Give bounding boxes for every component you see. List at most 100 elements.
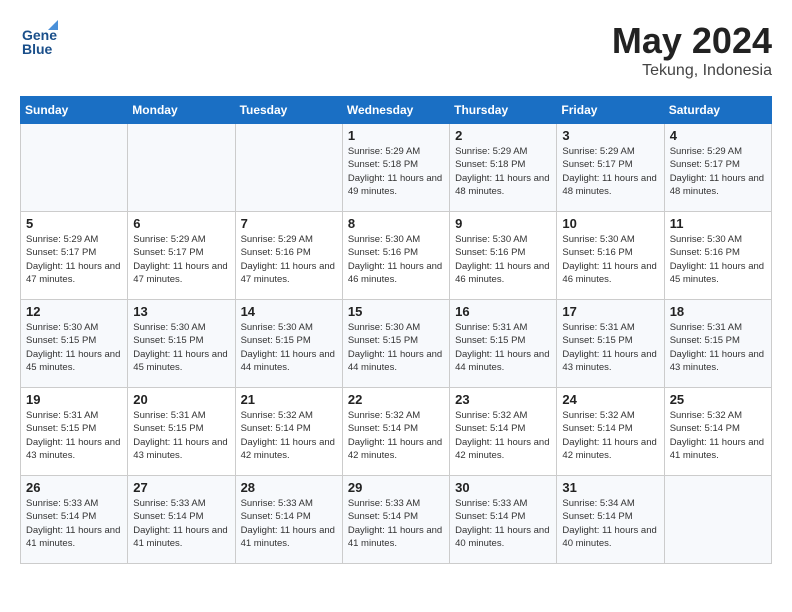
day-number: 1 bbox=[348, 128, 444, 143]
calendar-cell: 14 Sunrise: 5:30 AM Sunset: 5:15 PM Dayli… bbox=[235, 300, 342, 388]
calendar-header-row: SundayMondayTuesdayWednesdayThursdayFrid… bbox=[21, 97, 772, 124]
day-info: Sunrise: 5:32 AM Sunset: 5:14 PM Dayligh… bbox=[455, 409, 551, 462]
header-cell-wednesday: Wednesday bbox=[342, 97, 449, 124]
calendar-cell: 6 Sunrise: 5:29 AM Sunset: 5:17 PM Daylig… bbox=[128, 212, 235, 300]
logo-icon: General Blue bbox=[20, 20, 58, 58]
day-number: 4 bbox=[670, 128, 766, 143]
logo: General Blue bbox=[20, 20, 62, 58]
day-info: Sunrise: 5:33 AM Sunset: 5:14 PM Dayligh… bbox=[133, 497, 229, 550]
day-info: Sunrise: 5:30 AM Sunset: 5:16 PM Dayligh… bbox=[670, 233, 766, 286]
day-info: Sunrise: 5:30 AM Sunset: 5:15 PM Dayligh… bbox=[241, 321, 337, 374]
calendar-cell: 5 Sunrise: 5:29 AM Sunset: 5:17 PM Daylig… bbox=[21, 212, 128, 300]
calendar-cell: 23 Sunrise: 5:32 AM Sunset: 5:14 PM Dayli… bbox=[450, 388, 557, 476]
day-info: Sunrise: 5:29 AM Sunset: 5:17 PM Dayligh… bbox=[670, 145, 766, 198]
day-number: 15 bbox=[348, 304, 444, 319]
day-number: 31 bbox=[562, 480, 658, 495]
calendar-cell: 13Sunrise: 5:30 AM Sunset: 5:15 PM Dayli… bbox=[128, 300, 235, 388]
day-number: 18 bbox=[670, 304, 766, 319]
day-info: Sunrise: 5:29 AM Sunset: 5:17 PM Dayligh… bbox=[133, 233, 229, 286]
calendar-cell: 20 Sunrise: 5:31 AM Sunset: 5:15 PM Dayli… bbox=[128, 388, 235, 476]
day-info: Sunrise: 5:30 AM Sunset: 5:16 PM Dayligh… bbox=[455, 233, 551, 286]
day-number: 24 bbox=[562, 392, 658, 407]
day-number: 2 bbox=[455, 128, 551, 143]
day-number: 19 bbox=[26, 392, 122, 407]
day-info: Sunrise: 5:30 AM Sunset: 5:16 PM Dayligh… bbox=[348, 233, 444, 286]
day-info: Sunrise: 5:32 AM Sunset: 5:14 PM Dayligh… bbox=[670, 409, 766, 462]
day-number: 30 bbox=[455, 480, 551, 495]
calendar-cell: 17 Sunrise: 5:31 AM Sunset: 5:15 PM Dayli… bbox=[557, 300, 664, 388]
calendar-cell bbox=[21, 124, 128, 212]
day-info: Sunrise: 5:29 AM Sunset: 5:17 PM Dayligh… bbox=[26, 233, 122, 286]
month-year: May 2024 bbox=[612, 20, 772, 62]
day-number: 6 bbox=[133, 216, 229, 231]
calendar-cell: 12 Sunrise: 5:30 AM Sunset: 5:15 PM Dayli… bbox=[21, 300, 128, 388]
day-number: 8 bbox=[348, 216, 444, 231]
day-info: Sunrise: 5:29 AM Sunset: 5:18 PM Dayligh… bbox=[348, 145, 444, 198]
day-number: 28 bbox=[241, 480, 337, 495]
calendar-cell: 11Sunrise: 5:30 AM Sunset: 5:16 PM Dayli… bbox=[664, 212, 771, 300]
calendar-week-4: 19 Sunrise: 5:31 AM Sunset: 5:15 PM Dayli… bbox=[21, 388, 772, 476]
calendar-cell bbox=[235, 124, 342, 212]
day-number: 5 bbox=[26, 216, 122, 231]
page-header: General Blue May 2024 Tekung, Indonesia bbox=[20, 20, 772, 80]
calendar-cell: 22Sunrise: 5:32 AM Sunset: 5:14 PM Dayli… bbox=[342, 388, 449, 476]
calendar-cell: 27 Sunrise: 5:33 AM Sunset: 5:14 PM Dayli… bbox=[128, 476, 235, 564]
day-info: Sunrise: 5:31 AM Sunset: 5:15 PM Dayligh… bbox=[562, 321, 658, 374]
day-info: Sunrise: 5:33 AM Sunset: 5:14 PM Dayligh… bbox=[241, 497, 337, 550]
calendar-cell: 3 Sunrise: 5:29 AM Sunset: 5:17 PM Daylig… bbox=[557, 124, 664, 212]
day-info: Sunrise: 5:30 AM Sunset: 5:15 PM Dayligh… bbox=[26, 321, 122, 374]
calendar-cell: 25 Sunrise: 5:32 AM Sunset: 5:14 PM Dayli… bbox=[664, 388, 771, 476]
day-info: Sunrise: 5:33 AM Sunset: 5:14 PM Dayligh… bbox=[455, 497, 551, 550]
calendar-cell: 29 Sunrise: 5:33 AM Sunset: 5:14 PM Dayli… bbox=[342, 476, 449, 564]
day-info: Sunrise: 5:30 AM Sunset: 5:15 PM Dayligh… bbox=[348, 321, 444, 374]
calendar-cell: 24 Sunrise: 5:32 AM Sunset: 5:14 PM Dayli… bbox=[557, 388, 664, 476]
day-number: 21 bbox=[241, 392, 337, 407]
calendar-cell: 28 Sunrise: 5:33 AM Sunset: 5:14 PM Dayli… bbox=[235, 476, 342, 564]
day-number: 29 bbox=[348, 480, 444, 495]
calendar-cell: 10 Sunrise: 5:30 AM Sunset: 5:16 PM Dayli… bbox=[557, 212, 664, 300]
location: Tekung, Indonesia bbox=[612, 62, 772, 80]
calendar-week-2: 5 Sunrise: 5:29 AM Sunset: 5:17 PM Daylig… bbox=[21, 212, 772, 300]
calendar-cell: 16 Sunrise: 5:31 AM Sunset: 5:15 PM Dayli… bbox=[450, 300, 557, 388]
day-number: 3 bbox=[562, 128, 658, 143]
day-number: 25 bbox=[670, 392, 766, 407]
header-cell-tuesday: Tuesday bbox=[235, 97, 342, 124]
day-info: Sunrise: 5:31 AM Sunset: 5:15 PM Dayligh… bbox=[670, 321, 766, 374]
day-number: 17 bbox=[562, 304, 658, 319]
day-info: Sunrise: 5:33 AM Sunset: 5:14 PM Dayligh… bbox=[348, 497, 444, 550]
header-cell-thursday: Thursday bbox=[450, 97, 557, 124]
calendar-body: 1 Sunrise: 5:29 AM Sunset: 5:18 PM Daylig… bbox=[21, 124, 772, 564]
svg-text:Blue: Blue bbox=[22, 41, 53, 57]
calendar-week-5: 26Sunrise: 5:33 AM Sunset: 5:14 PM Dayli… bbox=[21, 476, 772, 564]
calendar-cell bbox=[664, 476, 771, 564]
title-block: May 2024 Tekung, Indonesia bbox=[612, 20, 772, 80]
day-info: Sunrise: 5:31 AM Sunset: 5:15 PM Dayligh… bbox=[26, 409, 122, 462]
day-number: 16 bbox=[455, 304, 551, 319]
calendar-cell: 18 Sunrise: 5:31 AM Sunset: 5:15 PM Dayli… bbox=[664, 300, 771, 388]
day-number: 14 bbox=[241, 304, 337, 319]
header-cell-sunday: Sunday bbox=[21, 97, 128, 124]
calendar-cell: 2Sunrise: 5:29 AM Sunset: 5:18 PM Daylig… bbox=[450, 124, 557, 212]
day-info: Sunrise: 5:30 AM Sunset: 5:16 PM Dayligh… bbox=[562, 233, 658, 286]
calendar-cell: 30 Sunrise: 5:33 AM Sunset: 5:14 PM Dayli… bbox=[450, 476, 557, 564]
day-info: Sunrise: 5:29 AM Sunset: 5:17 PM Dayligh… bbox=[562, 145, 658, 198]
day-number: 12 bbox=[26, 304, 122, 319]
day-number: 20 bbox=[133, 392, 229, 407]
day-number: 10 bbox=[562, 216, 658, 231]
calendar-cell: 19 Sunrise: 5:31 AM Sunset: 5:15 PM Dayli… bbox=[21, 388, 128, 476]
day-number: 23 bbox=[455, 392, 551, 407]
day-info: Sunrise: 5:31 AM Sunset: 5:15 PM Dayligh… bbox=[455, 321, 551, 374]
calendar-cell: 31Sunrise: 5:34 AM Sunset: 5:14 PM Dayli… bbox=[557, 476, 664, 564]
day-info: Sunrise: 5:29 AM Sunset: 5:16 PM Dayligh… bbox=[241, 233, 337, 286]
calendar-cell: 21 Sunrise: 5:32 AM Sunset: 5:14 PM Dayli… bbox=[235, 388, 342, 476]
calendar-cell: 26Sunrise: 5:33 AM Sunset: 5:14 PM Dayli… bbox=[21, 476, 128, 564]
day-number: 27 bbox=[133, 480, 229, 495]
day-info: Sunrise: 5:31 AM Sunset: 5:15 PM Dayligh… bbox=[133, 409, 229, 462]
day-info: Sunrise: 5:32 AM Sunset: 5:14 PM Dayligh… bbox=[241, 409, 337, 462]
day-number: 9 bbox=[455, 216, 551, 231]
day-info: Sunrise: 5:32 AM Sunset: 5:14 PM Dayligh… bbox=[562, 409, 658, 462]
calendar-cell bbox=[128, 124, 235, 212]
day-info: Sunrise: 5:32 AM Sunset: 5:14 PM Dayligh… bbox=[348, 409, 444, 462]
day-number: 13 bbox=[133, 304, 229, 319]
header-cell-friday: Friday bbox=[557, 97, 664, 124]
